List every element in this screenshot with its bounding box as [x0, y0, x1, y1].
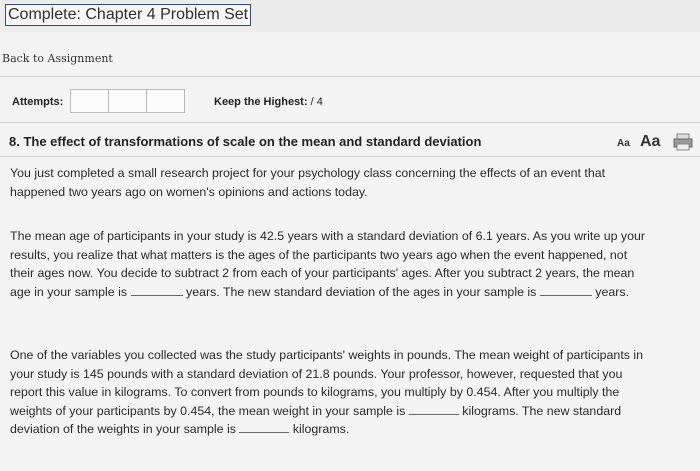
text-line: their ages now. You decide to subtract 2… — [10, 266, 635, 280]
weight-paragraph: One of the variables you collected was t… — [10, 346, 693, 439]
text-line: You just completed a small research proj… — [10, 166, 606, 180]
text-line: happened two years ago on women's opinio… — [10, 184, 368, 199]
back-to-assignment-link[interactable]: Back to Assignment — [2, 52, 113, 65]
age-paragraph: The mean age of participants in your stu… — [10, 227, 693, 301]
attempts-boxes — [70, 89, 185, 113]
text-fragment: weights of your participants by 0.454, t… — [10, 403, 406, 418]
mean-age-answer-blank[interactable] — [130, 283, 183, 296]
text-line: One of the variables you collected was t… — [10, 348, 644, 362]
text-fragment: years. The new standard deviation of the… — [186, 284, 537, 299]
text-fragment: kilograms. The new standard — [462, 403, 622, 418]
question-title: 8. The effect of transformations of scal… — [9, 134, 482, 149]
intro-paragraph: You just completed a small research proj… — [10, 164, 693, 201]
text-fragment: deviation of the weights in your sample … — [10, 422, 236, 436]
page-title: Complete: Chapter 4 Problem Set — [5, 4, 252, 26]
keep-highest: Keep the Highest: / 4 — [214, 96, 323, 108]
text-line: age in your sample is years. The new sta… — [10, 283, 693, 302]
text-line: The mean age of participants in your stu… — [10, 229, 646, 243]
sd-weight-answer-blank[interactable] — [239, 420, 290, 433]
text-line: weights of your participants by 0.454, t… — [10, 402, 693, 421]
font-size-large-button[interactable]: Aa — [640, 133, 660, 151]
attempt-box-1 — [70, 89, 109, 113]
divider — [0, 76, 700, 77]
text-fragment: age in your sample is — [10, 284, 128, 299]
font-size-small-button[interactable]: Aa — [617, 138, 630, 149]
text-fragment: kilograms. — [292, 422, 350, 436]
sd-age-answer-blank[interactable] — [539, 283, 592, 296]
title-bar: Complete: Chapter 4 Problem Set — [0, 0, 700, 32]
attempts-label: Attempts: — [12, 96, 64, 108]
print-icon[interactable] — [673, 133, 693, 151]
text-line: results, you realize that what matters i… — [10, 247, 628, 262]
divider — [0, 156, 700, 157]
text-line: deviation of the weights in your sample … — [10, 420, 693, 439]
mean-weight-answer-blank[interactable] — [408, 402, 459, 415]
attempt-box-3 — [146, 89, 185, 113]
keep-highest-value: / 4 — [310, 96, 323, 108]
text-fragment: years. — [595, 284, 630, 299]
attempt-box-2 — [108, 89, 147, 113]
text-line: report this value in kilograms. To conve… — [10, 385, 620, 399]
divider — [0, 122, 700, 123]
keep-highest-label: Keep the Highest: — [214, 96, 308, 108]
text-line: your study is 145 pounds with a standard… — [10, 366, 623, 381]
